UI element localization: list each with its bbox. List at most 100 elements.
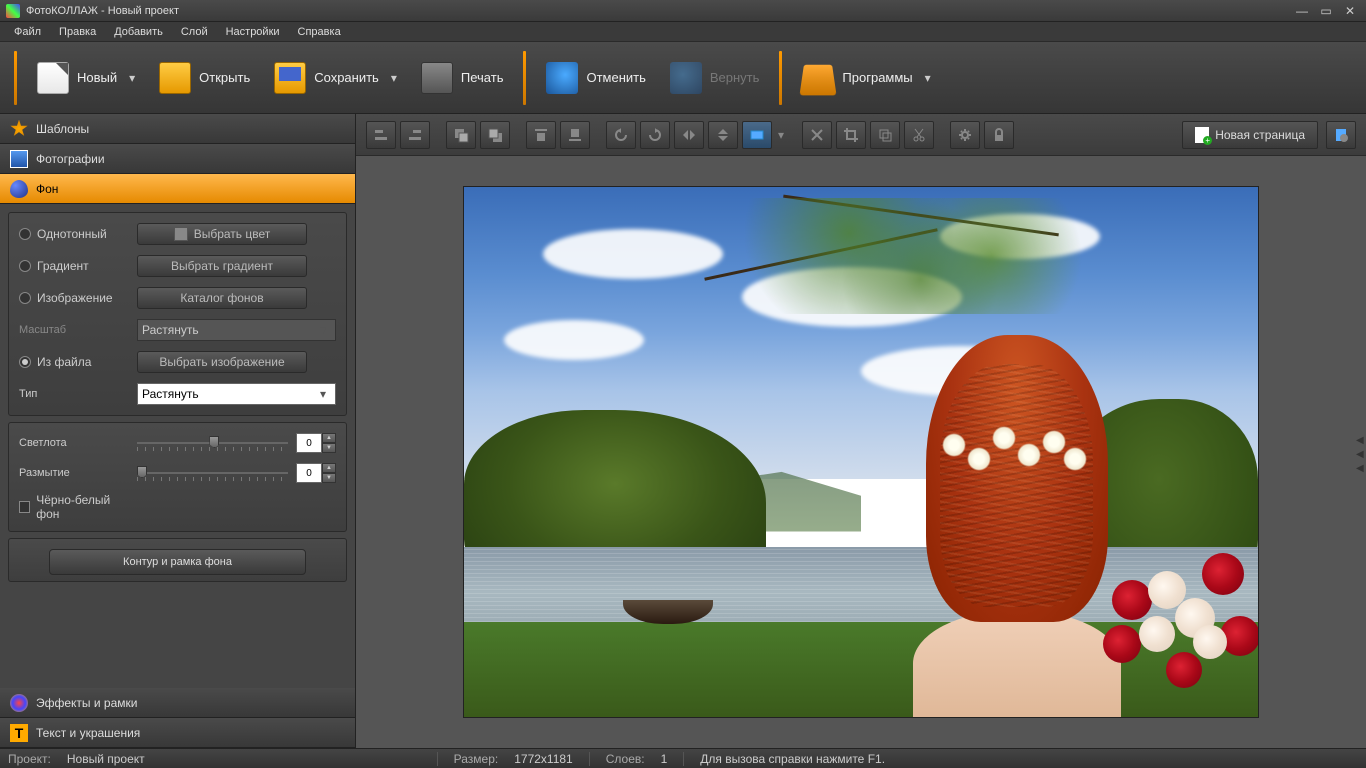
dropdown-icon: ▾ (925, 71, 931, 85)
left-panel: Шаблоны Фотографии Фон Однотонный Выбрат… (0, 114, 356, 748)
chevron-down-icon: ▾ (315, 323, 331, 337)
undo-button[interactable]: Отменить (536, 56, 655, 100)
checkbox-icon (19, 501, 30, 513)
copy-button[interactable] (870, 121, 900, 149)
contour-button[interactable]: Контур и рамка фона (49, 549, 306, 575)
flip-h-button[interactable] (674, 121, 704, 149)
toolbar-separator (779, 51, 782, 105)
main-toolbar: Новый ▾ Открыть Сохранить ▾ Печать Отмен… (0, 42, 1366, 114)
rotate-right-button[interactable] (640, 121, 670, 149)
programs-button[interactable]: Программы ▾ (792, 56, 940, 100)
chevron-down-icon: ▾ (315, 387, 331, 401)
accordion-background[interactable]: Фон (0, 174, 355, 204)
file-radio-label[interactable]: Из файла (19, 355, 129, 369)
chevron-down-icon[interactable]: ▾ (778, 128, 784, 142)
status-project-value: Новый проект (67, 752, 145, 766)
balloon-icon (10, 180, 28, 198)
blur-label: Размытие (19, 467, 129, 479)
canvas-toolbar: ▾ Новая страница (356, 114, 1366, 156)
blur-spinner[interactable]: ▲▼ (296, 463, 336, 483)
dropdown-icon: ▾ (129, 71, 135, 85)
align-left-button[interactable] (366, 121, 396, 149)
canvas[interactable] (463, 186, 1259, 718)
canvas-viewport[interactable]: ◀◀◀ (356, 156, 1366, 748)
menu-edit[interactable]: Правка (51, 24, 104, 40)
dropdown-icon: ▾ (391, 71, 397, 85)
settings-button[interactable] (950, 121, 980, 149)
catalog-button[interactable]: Каталог фонов (137, 287, 307, 309)
radio-icon (19, 292, 31, 304)
image-radio-label[interactable]: Изображение (19, 291, 129, 305)
statusbar: Проект: Новый проект Размер: 1772x1181 С… (0, 748, 1366, 768)
canvas-handles[interactable]: ◀◀◀ (1356, 435, 1362, 469)
page-add-icon (1195, 127, 1209, 143)
floppy-disk-icon (274, 62, 306, 94)
spinner-up-icon[interactable]: ▲ (322, 433, 336, 443)
spinner-down-icon[interactable]: ▼ (322, 473, 336, 483)
send-back-button[interactable] (480, 121, 510, 149)
scale-label: Масштаб (19, 324, 129, 336)
crop-button[interactable] (836, 121, 866, 149)
menu-add[interactable]: Добавить (106, 24, 171, 40)
canvas-leaves (742, 198, 1099, 315)
radio-icon (19, 228, 31, 240)
box-icon (800, 64, 837, 95)
open-button[interactable]: Открыть (149, 56, 260, 100)
align-bottom-button[interactable] (560, 121, 590, 149)
accordion-photos[interactable]: Фотографии (0, 144, 355, 174)
toolbar-separator (523, 51, 526, 105)
maximize-button[interactable]: ▭ (1316, 4, 1336, 18)
fit-button[interactable] (742, 121, 772, 149)
text-icon: T (10, 724, 28, 742)
radio-icon (19, 260, 31, 272)
brightness-slider[interactable] (137, 433, 288, 453)
save-button[interactable]: Сохранить ▾ (264, 56, 407, 100)
spinner-up-icon[interactable]: ▲ (322, 463, 336, 473)
lock-button[interactable] (984, 121, 1014, 149)
new-button[interactable]: Новый ▾ (27, 56, 145, 100)
accordion-text[interactable]: T Текст и украшения (0, 718, 355, 748)
delete-button[interactable] (802, 121, 832, 149)
bring-front-button[interactable] (446, 121, 476, 149)
toolbar-separator (14, 51, 17, 105)
canvas-bouquet (1094, 526, 1259, 706)
folder-open-icon (159, 62, 191, 94)
choose-gradient-button[interactable]: Выбрать градиент (137, 255, 307, 277)
scale-select[interactable]: Растянуть▾ (137, 319, 336, 341)
accordion-effects[interactable]: Эффекты и рамки (0, 688, 355, 718)
star-icon (10, 120, 28, 138)
gradient-radio-label[interactable]: Градиент (19, 259, 129, 273)
flip-v-button[interactable] (708, 121, 738, 149)
printer-icon (421, 62, 453, 94)
menu-help[interactable]: Справка (290, 24, 349, 40)
rotate-left-button[interactable] (606, 121, 636, 149)
spinner-down-icon[interactable]: ▼ (322, 443, 336, 453)
choose-image-button[interactable]: Выбрать изображение (137, 351, 307, 373)
new-page-button[interactable]: Новая страница (1182, 121, 1318, 149)
undo-icon (546, 62, 578, 94)
minimize-button[interactable]: — (1292, 4, 1312, 18)
menu-file[interactable]: Файл (6, 24, 49, 40)
brightness-spinner[interactable]: ▲▼ (296, 433, 336, 453)
new-file-icon (37, 62, 69, 94)
cut-button[interactable] (904, 121, 934, 149)
accordion-templates[interactable]: Шаблоны (0, 114, 355, 144)
status-size-label: Размер: (454, 752, 499, 766)
bw-checkbox-label[interactable]: Чёрно-белый фон (19, 493, 129, 521)
choose-color-button[interactable]: Выбрать цвет (137, 223, 307, 245)
menu-settings[interactable]: Настройки (218, 24, 288, 40)
menu-layer[interactable]: Слой (173, 24, 216, 40)
canvas-area: ▾ Новая страница (356, 114, 1366, 748)
redo-button[interactable]: Вернуть (660, 56, 770, 100)
solid-radio-label[interactable]: Однотонный (19, 227, 129, 241)
close-button[interactable]: ✕ (1340, 4, 1360, 18)
type-select[interactable]: Растянуть▾ (137, 383, 336, 405)
align-right-button[interactable] (400, 121, 430, 149)
photo-icon (10, 150, 28, 168)
align-top-button[interactable] (526, 121, 556, 149)
status-project-label: Проект: (8, 752, 51, 766)
page-settings-button[interactable] (1326, 121, 1356, 149)
print-button[interactable]: Печать (411, 56, 514, 100)
radio-checked-icon (19, 356, 31, 368)
blur-slider[interactable] (137, 463, 288, 483)
